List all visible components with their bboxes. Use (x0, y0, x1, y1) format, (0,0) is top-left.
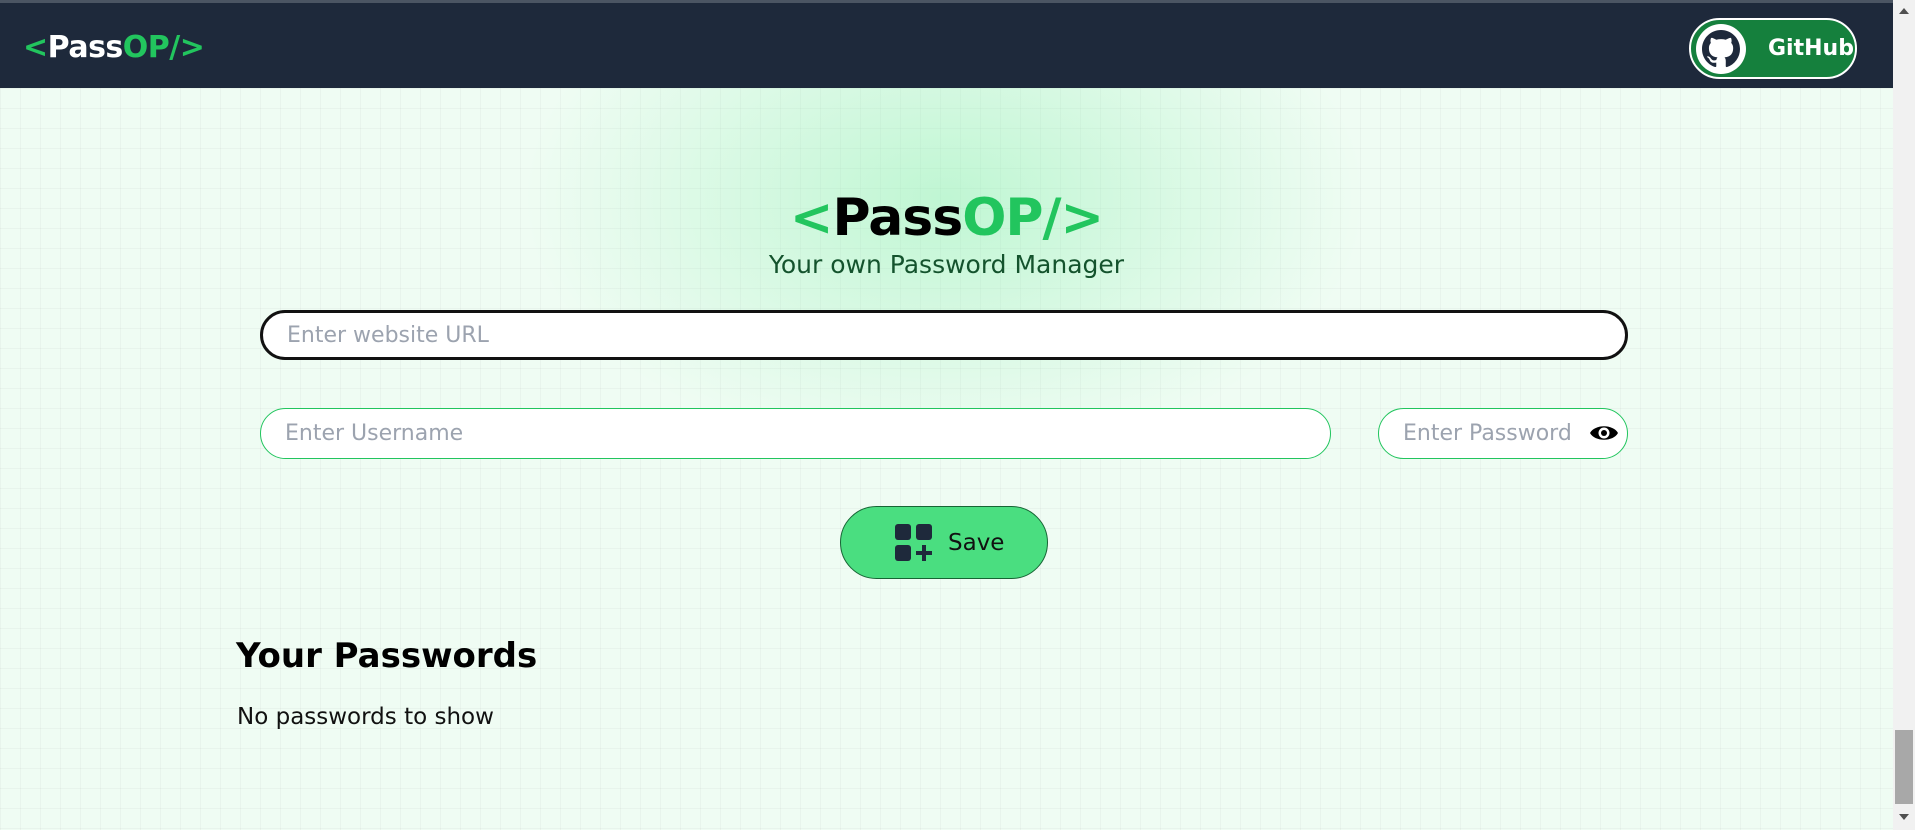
username-input[interactable] (260, 408, 1331, 459)
title-op: OP/> (962, 188, 1104, 248)
scroll-up-arrow-icon[interactable] (1899, 8, 1909, 14)
save-label: Save (948, 529, 1005, 556)
navbar: <PassOP/> GitHub (0, 0, 1893, 88)
github-button[interactable]: GitHub (1689, 18, 1857, 79)
nav-logo[interactable]: <PassOP/> (23, 29, 205, 67)
github-label: GitHub (1768, 36, 1854, 61)
logo-pass: Pass (47, 30, 124, 65)
subtitle: Your own Password Manager (768, 250, 1125, 279)
grid-plus-icon (894, 523, 934, 563)
eye-icon[interactable] (1589, 422, 1619, 444)
logo-op: OP/> (122, 30, 205, 65)
main-content: <PassOP/> Your own Password Manager Save… (0, 88, 1893, 830)
save-button[interactable]: Save (840, 506, 1048, 579)
vertical-scrollbar[interactable] (1893, 0, 1915, 830)
scrollbar-thumb[interactable] (1895, 730, 1913, 804)
passwords-heading: Your Passwords (236, 636, 538, 676)
title-open-bracket: < (789, 188, 834, 248)
github-icon (1696, 23, 1746, 74)
scroll-down-arrow-icon[interactable] (1899, 814, 1909, 820)
logo-open-bracket: < (23, 30, 48, 65)
empty-passwords-message: No passwords to show (237, 704, 494, 730)
title-pass: Pass (832, 188, 963, 248)
website-url-input[interactable] (260, 310, 1628, 360)
hero-title: <PassOP/> (0, 187, 1893, 249)
